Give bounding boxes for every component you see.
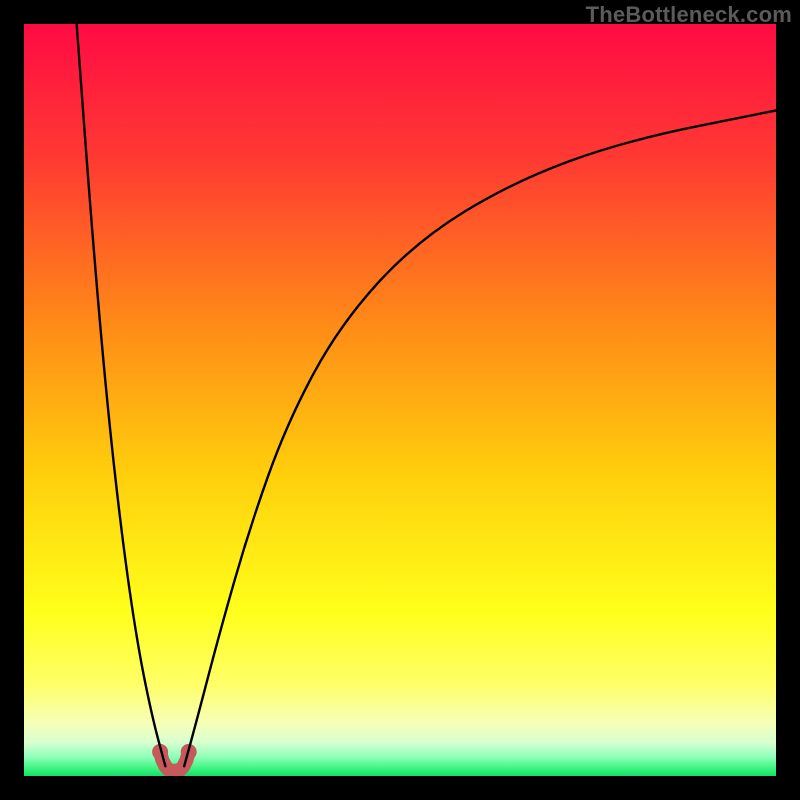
attribution-text: TheBottleneck.com (586, 2, 792, 28)
chart-background (24, 24, 776, 776)
bottleneck-chart (24, 24, 776, 776)
chart-frame (24, 24, 776, 776)
